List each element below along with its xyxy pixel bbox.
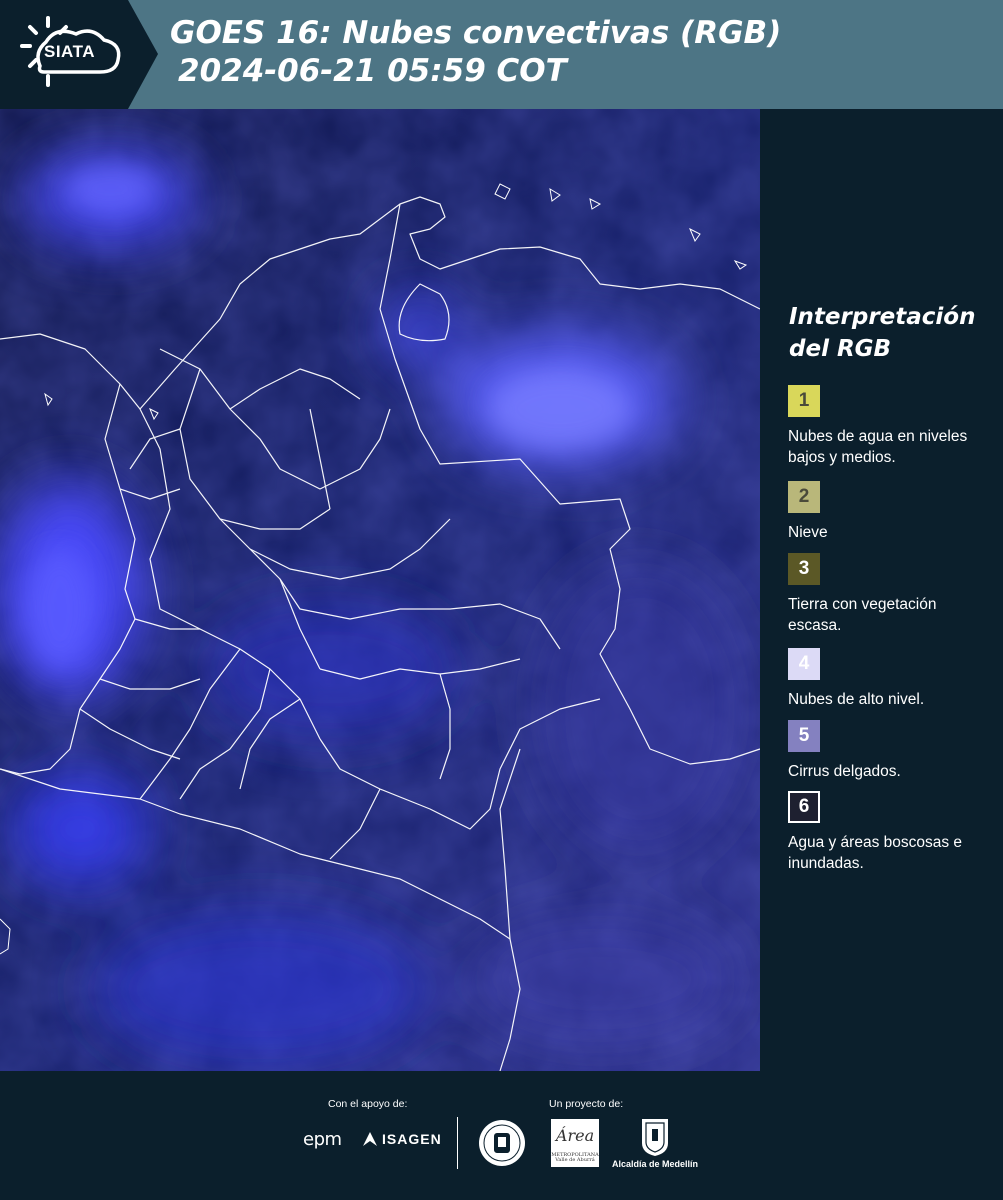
legend-swatch-1: 1 [788,385,820,417]
siata-logo-text: SIATA [44,42,95,61]
footer: Con el apoyo de: Un proyecto de: epm ISA… [0,1071,1003,1200]
area-logo-text: Área [555,1126,595,1145]
legend-item-6: 6 Agua y áreas boscosas e inundadas. [788,791,988,874]
title-product: GOES 16: Nubes convectivas (RGB) [170,15,782,51]
page-title: GOES 16: Nubes convectivas (RGB) 2024-06… [170,14,781,90]
legend-swatch-4: 4 [788,648,820,680]
legend-label-5: Cirrus delgados. [788,763,901,780]
project-label: Un proyecto de: [549,1098,624,1110]
legend-label-2: Nieve [788,524,828,541]
alcaldia-label: Alcaldía de Medellín [612,1159,699,1169]
legend-label-3: Tierra con vegetación escasa. [788,596,937,634]
legend-title: Interpretación del RGB [789,304,976,362]
header-bar: SIATA GOES 16: Nubes convectivas (RGB) 2… [0,0,1003,109]
colombia-satellite-map-image [0,109,760,1071]
legend-swatch-3: 3 [788,553,820,585]
isagen-logo-text: ISAGEN [382,1131,442,1147]
area-logo-subtitle: METROPOLITANA Valle de Aburrá [551,1152,599,1163]
legend-swatch-2: 2 [788,481,820,513]
siata-logo: SIATA [0,0,158,109]
legend-item-5: 5 Cirrus delgados. [788,720,988,782]
legend-swatch-5: 5 [788,720,820,752]
legend-item-3: 3 Tierra con vegetación escasa. [788,553,988,636]
legend-item-1: 1 Nubes de agua en niveles bajos y medio… [788,385,988,468]
legend-item-4: 4 Nubes de alto nivel. [788,648,988,710]
isagen-logo: ISAGEN [362,1131,442,1147]
epm-logo: epm [303,1129,342,1150]
alcaldia-shield-icon [642,1119,668,1156]
legend-item-2: 2 Nieve [788,481,988,543]
legend-panel: Interpretación del RGB 1 Nubes de agua e… [760,109,1003,1071]
support-label: Con el apoyo de: [328,1098,408,1110]
satellite-map [0,109,760,1071]
legend-label-4: Nubes de alto nivel. [788,691,925,708]
isagen-mark-icon [363,1132,377,1146]
legend-swatch-6: 6 [788,791,820,823]
legend-label-6: Agua y áreas boscosas e inundadas. [788,834,963,872]
area-metropolitana-logo: Área METROPOLITANA Valle de Aburrá [551,1119,599,1167]
footer-divider [457,1117,458,1169]
medellin-seal-icon [479,1120,525,1166]
legend-label-1: Nubes de agua en niveles bajos y medios. [788,428,968,466]
title-timestamp: 2024-06-21 05:59 COT [178,53,567,89]
